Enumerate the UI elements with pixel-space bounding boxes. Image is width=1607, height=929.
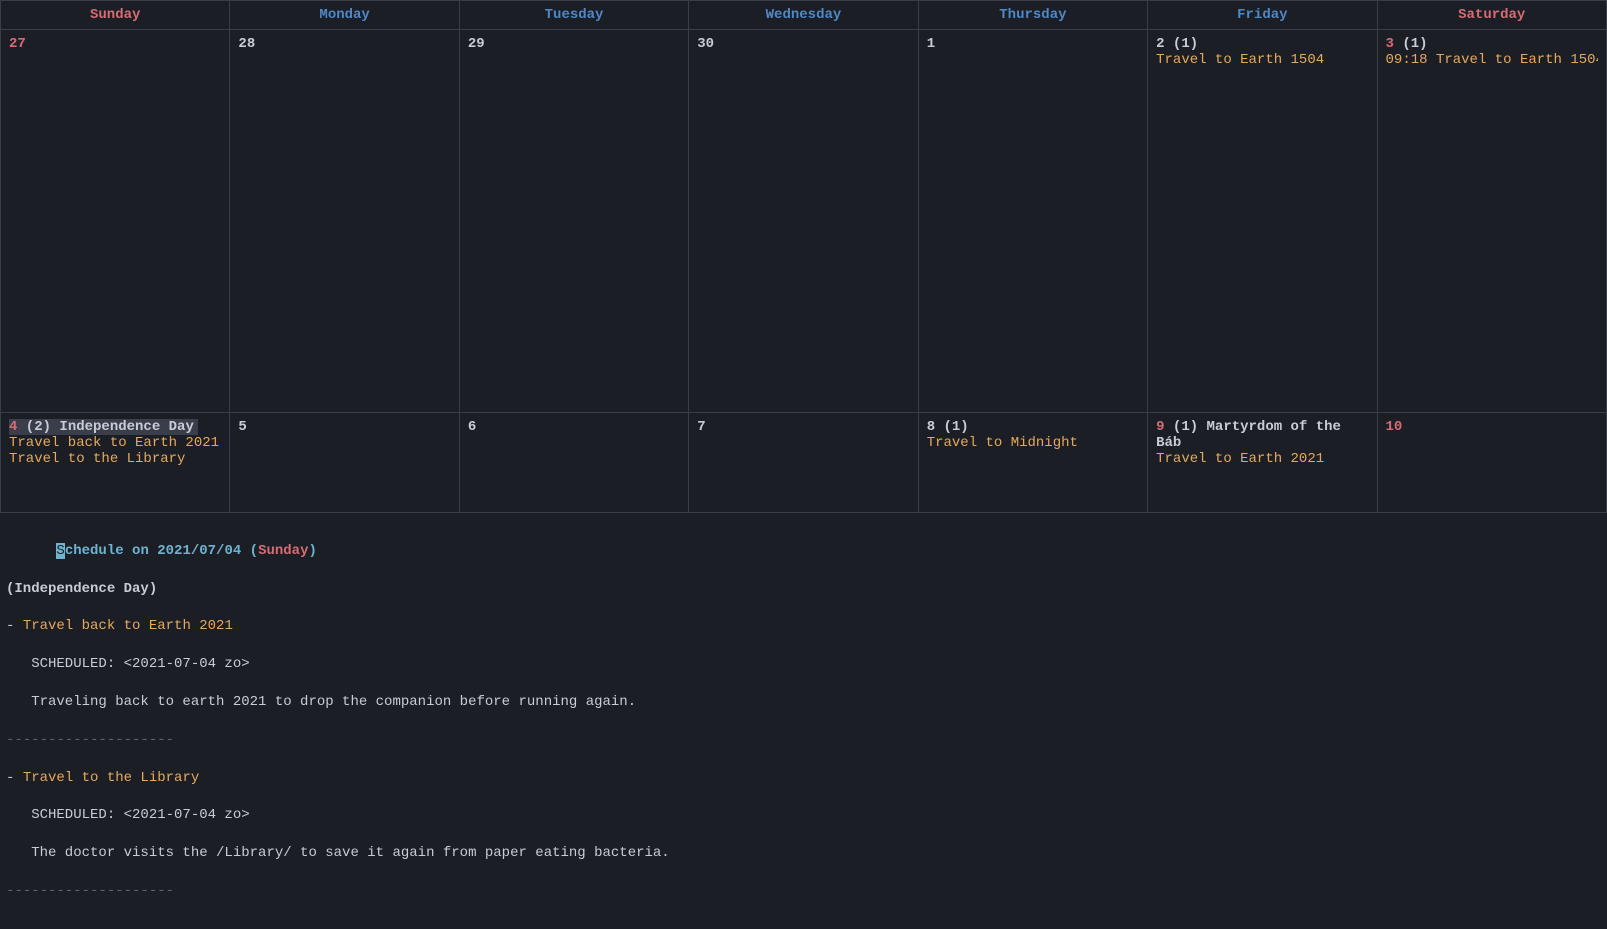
day-cell[interactable]: 2 (1)Travel to Earth 1504 <box>1148 30 1377 413</box>
calendar-event[interactable]: Travel to Earth 2021 <box>1156 451 1368 467</box>
day-number: 29 <box>468 36 485 52</box>
day-cell[interactable]: 8 (1)Travel to Midnight <box>919 413 1148 513</box>
day-cell[interactable]: 30 <box>689 30 918 413</box>
day-number: 2 <box>1156 36 1164 52</box>
calendar-event[interactable]: Travel to the Library <box>9 451 221 467</box>
day-header: 2 (1) <box>1156 36 1368 52</box>
week-row: 27 28 29 30 1 2 (1)Travel to Earth 1504 … <box>1 30 1606 413</box>
day-cell[interactable]: 6 <box>460 413 689 513</box>
schedule-separator: -------------------- <box>6 882 1601 901</box>
day-header: 4 (2) Independence Day <box>9 419 221 435</box>
day-cell[interactable]: 10 <box>1378 413 1606 513</box>
schedule-entry-title[interactable]: - Travel to the Library <box>6 769 1601 788</box>
day-header: 29 <box>468 36 680 52</box>
day-number: 7 <box>697 419 705 435</box>
day-cell[interactable]: 7 <box>689 413 918 513</box>
schedule-entry-body-line: SCHEDULED: <2021-07-04 zo> <box>6 655 1601 674</box>
schedule-entry-title[interactable]: - Travel back to Earth 2021 <box>6 617 1601 636</box>
calendar-grid: SundayMondayTuesdayWednesdayThursdayFrid… <box>0 0 1607 513</box>
day-cell[interactable]: 29 <box>460 30 689 413</box>
day-header: 1 <box>927 36 1139 52</box>
day-number: 5 <box>238 419 246 435</box>
schedule-panel[interactable]: Schedule on 2021/07/04 (Sunday) (Indepen… <box>0 513 1607 929</box>
day-cell[interactable]: 27 <box>1 30 230 413</box>
schedule-entry-body-line <box>6 825 1601 844</box>
app-root: SundayMondayTuesdayWednesdayThursdayFrid… <box>0 0 1607 929</box>
cursor: S <box>56 543 64 559</box>
calendar-event[interactable]: Travel to Earth 1504 <box>1156 52 1368 68</box>
day-cell[interactable]: 28 <box>230 30 459 413</box>
day-cell[interactable]: 9 (1) Martyrdom of the BábTravel to Eart… <box>1148 413 1377 513</box>
calendar-event[interactable]: Travel back to Earth 2021 <box>9 435 221 451</box>
schedule-entry-body-line: Traveling back to earth 2021 to drop the… <box>6 693 1601 712</box>
weekday-header: Wednesday <box>689 1 918 30</box>
day-cell[interactable]: 4 (2) Independence DayTravel back to Ear… <box>1 413 230 513</box>
day-cell[interactable]: 3 (1)09:18 Travel to Earth 1504 <box>1378 30 1606 413</box>
day-number: 30 <box>697 36 714 52</box>
weekday-header: Tuesday <box>460 1 689 30</box>
day-number: 28 <box>238 36 255 52</box>
weekday-header: Sunday <box>1 1 230 30</box>
weekday-header: Friday <box>1148 1 1377 30</box>
day-number: 8 <box>927 419 935 435</box>
weekday-header-row: SundayMondayTuesdayWednesdayThursdayFrid… <box>1 1 1606 30</box>
day-header: 6 <box>468 419 680 435</box>
week-row: 4 (2) Independence DayTravel back to Ear… <box>1 413 1606 513</box>
day-event-count: (1) <box>935 419 969 435</box>
calendar-event[interactable]: Travel to Midnight <box>927 435 1139 451</box>
day-cell[interactable]: 5 <box>230 413 459 513</box>
day-event-count: (1) <box>1165 36 1199 52</box>
day-header: 10 <box>1386 419 1598 435</box>
day-event-count: (1) <box>1165 419 1199 435</box>
schedule-entry-body-line: The doctor visits the /Library/ to save … <box>6 844 1601 863</box>
weekday-header: Thursday <box>919 1 1148 30</box>
day-header: 28 <box>238 36 450 52</box>
day-header: 7 <box>697 419 909 435</box>
day-header: 3 (1) <box>1386 36 1598 52</box>
day-event-count: (1) <box>1394 36 1428 52</box>
day-header: 5 <box>238 419 450 435</box>
day-cell[interactable]: 1 <box>919 30 1148 413</box>
calendar-event[interactable]: 09:18 Travel to Earth 1504 <box>1386 52 1598 68</box>
day-header: 9 (1) Martyrdom of the Báb <box>1156 419 1368 451</box>
selected-day-highlight: 4 (2) Independence Day <box>9 419 198 435</box>
schedule-entry-body-line: SCHEDULED: <2021-07-04 zo> <box>6 806 1601 825</box>
schedule-entry-body-line <box>6 674 1601 693</box>
day-header: 8 (1) <box>927 419 1139 435</box>
schedule-separator: -------------------- <box>6 731 1601 750</box>
day-number: 9 <box>1156 419 1164 435</box>
day-header: 30 <box>697 36 909 52</box>
weekday-header: Monday <box>230 1 459 30</box>
schedule-holiday: (Independence Day) <box>6 580 1601 599</box>
day-number: 1 <box>927 36 935 52</box>
day-number: 6 <box>468 419 476 435</box>
day-number: 3 <box>1386 36 1394 52</box>
weekday-header: Saturday <box>1378 1 1606 30</box>
schedule-title: Schedule on 2021/07/04 (Sunday) <box>6 523 1601 580</box>
day-header: 27 <box>9 36 221 52</box>
day-number: 27 <box>9 36 26 52</box>
day-number: 10 <box>1386 419 1403 435</box>
